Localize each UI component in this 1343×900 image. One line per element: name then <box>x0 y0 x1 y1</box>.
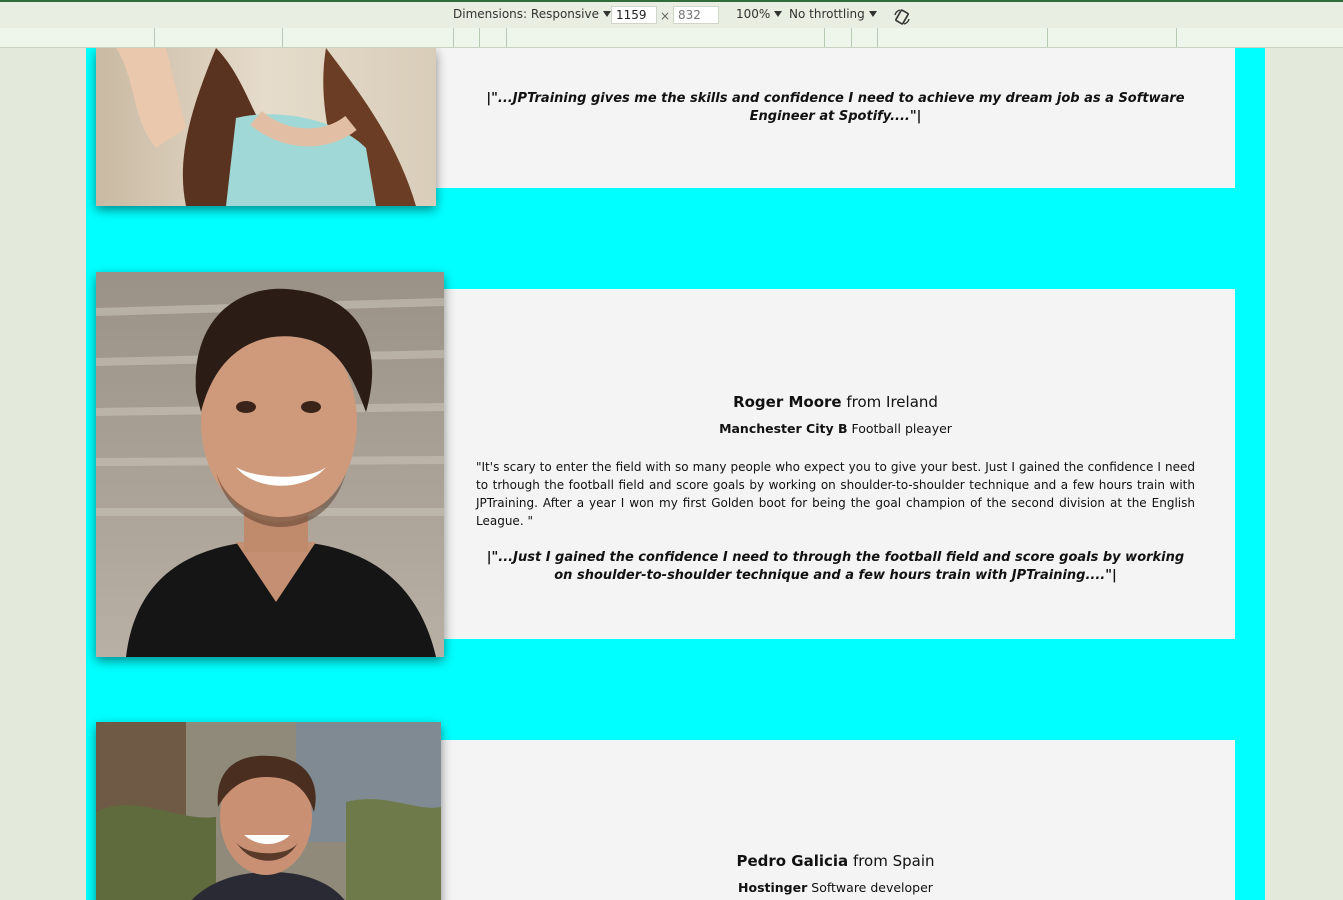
testimonial-role-line: Manchester City B Football pleayer <box>436 421 1235 436</box>
ruler-tick <box>851 28 852 47</box>
man-portrait-image <box>96 272 444 657</box>
testimonial-quote: |"...JPTraining gives me the skills and … <box>486 91 1185 124</box>
testimonial-photo <box>96 272 444 657</box>
media-query-ruler[interactable] <box>0 28 1343 48</box>
ruler-tick <box>824 28 825 47</box>
ruler-tick <box>506 28 507 47</box>
ruler-tick <box>1047 28 1048 47</box>
testimonial-role: Software developer <box>811 880 933 895</box>
zoom-label: 100% <box>736 7 771 21</box>
ruler-tick <box>877 28 878 47</box>
testimonial-origin: from Spain <box>852 852 935 870</box>
man-portrait-image <box>96 722 441 900</box>
ruler-tick <box>154 28 155 47</box>
chevron-down-icon <box>868 11 877 17</box>
testimonial-quote: |"...Just I gained the confidence I need… <box>486 550 1185 583</box>
testimonial-photo <box>96 722 441 900</box>
throttling-dropdown[interactable]: No throttling <box>789 7 877 21</box>
rotate-icon[interactable] <box>892 7 912 27</box>
testimonial-role: Football pleayer <box>851 421 952 436</box>
testimonial-card: Roger Moore from Ireland Manchester City… <box>436 289 1235 639</box>
ruler-tick <box>453 28 454 47</box>
devtools-device-toolbar: Dimensions: Responsive × 100% No throttl… <box>0 0 1343 28</box>
testimonial-role-line: Hostinger Software developer <box>436 880 1235 895</box>
chevron-down-icon <box>602 11 611 17</box>
testimonial-name: Roger Moore <box>733 393 842 411</box>
testimonial-body: "It's scary to enter the field with so m… <box>476 460 1195 528</box>
woman-portrait-image <box>96 48 436 206</box>
ruler-tick <box>282 28 283 47</box>
testimonial-company: Manchester City B <box>719 421 848 436</box>
testimonial-name-line: Roger Moore from Ireland <box>436 393 1235 411</box>
zoom-dropdown[interactable]: 100% <box>736 7 783 21</box>
chevron-down-icon <box>774 11 783 17</box>
dimensions-dropdown[interactable]: Dimensions: Responsive <box>453 7 611 21</box>
testimonial-name: Pedro Galicia <box>736 852 849 870</box>
testimonial-name-line: Pedro Galicia from Spain <box>436 852 1235 870</box>
ruler-tick <box>1176 28 1177 47</box>
ruler-tick <box>479 28 480 47</box>
throttling-label: No throttling <box>789 7 865 21</box>
testimonial-origin: from Ireland <box>846 393 938 411</box>
testimonial-company: Hostinger <box>738 880 808 895</box>
testimonial-photo <box>96 48 436 206</box>
times-sign: × <box>660 9 671 23</box>
width-input[interactable] <box>611 6 657 24</box>
page-viewport: |"...JPTraining gives me the skills and … <box>86 48 1265 900</box>
testimonial-card: Pedro Galicia from Spain Hostinger Softw… <box>436 740 1235 900</box>
height-input[interactable] <box>673 6 719 24</box>
testimonial-card: |"...JPTraining gives me the skills and … <box>436 48 1235 188</box>
dimensions-label: Dimensions: Responsive <box>453 7 599 21</box>
